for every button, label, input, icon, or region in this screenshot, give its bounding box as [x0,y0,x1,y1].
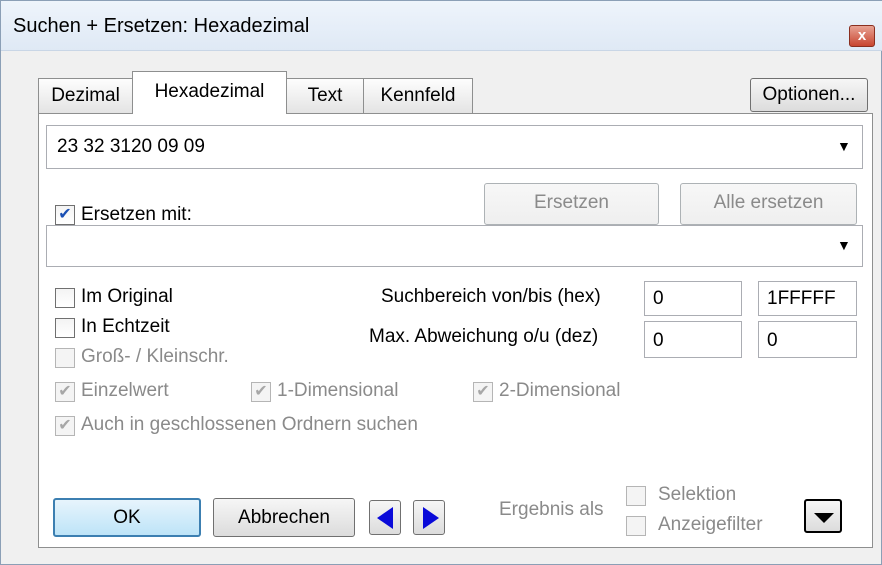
tab-label: Hexadezimal [154,81,265,102]
title-bar[interactable]: Suchen + Ersetzen: Hexadezimal x [1,1,882,51]
tab-label: Text [307,85,343,106]
options-button[interactable]: Optionen... [750,78,868,112]
geschlossene-ordner-checkbox[interactable]: ✔ [55,416,75,436]
tab-label: Kennfeld [380,85,456,106]
anzeigefilter-checkbox[interactable] [626,516,646,536]
abweichung-oben-field[interactable]: 0 [644,321,742,358]
replace-button-label: Ersetzen [534,192,609,213]
more-options-button[interactable] [804,499,842,533]
abweichung-unten-field[interactable]: 0 [758,321,857,358]
suchbereich-von-field[interactable]: 0 [644,281,742,316]
geschlossene-ordner-label: Auch in geschlossenen Ordnern suchen [81,414,418,435]
suchbereich-label: Suchbereich von/bis (hex) [381,286,601,307]
replace-label: Ersetzen mit: [81,204,192,225]
dialog-window: Suchen + Ersetzen: Hexadezimal x Dezimal… [0,0,882,565]
selektion-label: Selektion [658,484,737,505]
tab-kennfeld[interactable]: Kennfeld [363,78,473,114]
tab-hexadezimal[interactable]: Hexadezimal [132,71,287,114]
cancel-button[interactable]: Abbrechen [213,498,355,537]
einzelwert-checkbox[interactable]: ✔ [55,382,75,402]
search-combobox[interactable]: 23 32 3120 09 09 ▼ [46,125,863,169]
check-icon: ✔ [476,383,490,400]
window-title: Suchen + Ersetzen: Hexadezimal [13,15,310,37]
im-original-label: Im Original [81,286,173,307]
check-icon: ✔ [58,383,72,400]
chevron-down-icon[interactable]: ▼ [837,237,851,253]
search-value: 23 32 3120 09 09 [57,136,205,157]
anzeigefilter-label: Anzeigefilter [658,514,763,535]
check-icon: ✔ [58,417,72,434]
tab-text[interactable]: Text [286,78,364,114]
close-icon: x [857,27,867,44]
gross-klein-checkbox[interactable] [55,348,75,368]
ergebnis-als-label: Ergebnis als [499,499,604,520]
replace-checkbox[interactable]: ✔ [55,205,75,225]
suchbereich-bis-field[interactable]: 1FFFFF [758,281,857,316]
replace-button[interactable]: Ersetzen [484,183,659,225]
in-echtzeit-label: In Echtzeit [81,316,170,337]
zweidimensional-checkbox[interactable]: ✔ [473,382,493,402]
next-button[interactable] [413,500,445,535]
replace-all-button[interactable]: Alle ersetzen [680,183,857,225]
check-icon: ✔ [58,206,72,223]
chevron-down-icon[interactable]: ▼ [837,138,851,154]
eindimensional-label: 1-Dimensional [277,380,399,401]
cancel-button-label: Abbrechen [238,507,330,528]
ok-button-label: OK [113,507,141,528]
arrow-left-icon [377,507,393,529]
replace-all-button-label: Alle ersetzen [713,192,824,213]
chevron-down-icon [814,513,834,523]
tab-label: Dezimal [51,85,120,106]
check-icon: ✔ [254,383,268,400]
replace-combobox[interactable]: ▼ [46,225,863,267]
arrow-right-icon [423,507,439,529]
options-button-label: Optionen... [762,84,856,105]
selektion-checkbox[interactable] [626,486,646,506]
tab-dezimal[interactable]: Dezimal [38,78,133,114]
ok-button[interactable]: OK [53,498,201,537]
eindimensional-checkbox[interactable]: ✔ [251,382,271,402]
im-original-checkbox[interactable] [55,288,75,308]
gross-klein-label: Groß- / Kleinschr. [81,346,229,367]
zweidimensional-label: 2-Dimensional [499,380,621,401]
abweichung-label: Max. Abweichung o/u (dez) [369,326,599,347]
einzelwert-label: Einzelwert [81,380,169,401]
close-button[interactable]: x [849,25,875,47]
in-echtzeit-checkbox[interactable] [55,318,75,338]
previous-button[interactable] [369,500,401,535]
